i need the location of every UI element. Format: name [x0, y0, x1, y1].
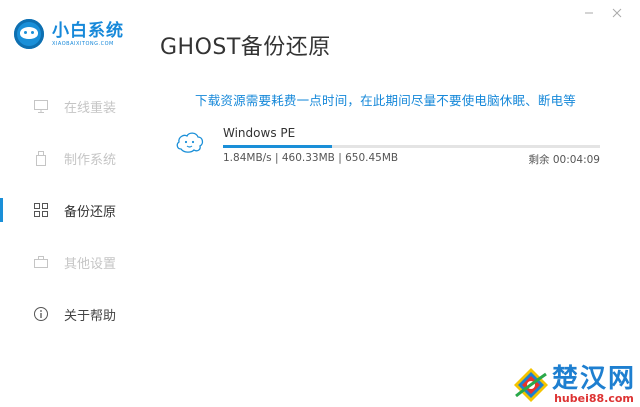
download-speed: 1.84MB/s: [223, 152, 272, 164]
watermark-logo-icon: [513, 368, 548, 402]
download-stats: 1.84MB/s | 460.33MB | 650.45MB: [223, 152, 399, 164]
sidebar-item-about-help[interactable]: 关于帮助: [0, 288, 145, 340]
app-window: 小白系统 XIAOBAIXITONG.COM GHOST备份还原 在线重装 制作…: [0, 0, 640, 407]
window-controls: [582, 6, 624, 20]
sidebar-item-make-system[interactable]: 制作系统: [0, 132, 145, 184]
remaining-time: 剩余 00:04:09: [528, 152, 600, 167]
sidebar-item-label: 其他设置: [64, 256, 117, 272]
minimize-icon: [585, 12, 593, 14]
close-icon: [612, 8, 622, 18]
remaining-value: 00:04:09: [552, 154, 600, 166]
watermark-url: hubei88.com: [554, 392, 634, 405]
remaining-label: 剩余: [528, 154, 550, 166]
download-notice: 下载资源需要耗费一点时间，在此期间尽量不要使电脑休眠、断电等: [195, 93, 577, 108]
usb-icon: [33, 150, 49, 166]
sidebar-item-label: 关于帮助: [64, 308, 117, 324]
watermark: 楚汉网 hubei88.com: [512, 365, 636, 405]
total-size: 650.45MB: [345, 152, 399, 164]
sidebar-item-online-reinstall[interactable]: 在线重装: [0, 80, 145, 132]
sidebar-item-label: 备份还原: [64, 204, 117, 220]
info-icon: [33, 306, 49, 322]
logo-title: 小白系统: [52, 20, 124, 41]
sidebar-item-label: 在线重装: [64, 100, 117, 116]
logo-subtitle: XIAOBAIXITONG.COM: [52, 40, 114, 47]
downloaded-size: 460.33MB: [281, 152, 335, 164]
page-title: GHOST备份还原: [160, 35, 331, 60]
briefcase-icon: [33, 254, 49, 270]
sidebar-item-backup-restore[interactable]: 备份还原: [0, 184, 145, 236]
progress-bar: [223, 145, 600, 148]
task-name: Windows PE: [223, 126, 296, 140]
close-button[interactable]: [610, 6, 624, 20]
sidebar-item-other-settings[interactable]: 其他设置: [0, 236, 145, 288]
app-logo: 小白系统 XIAOBAIXITONG.COM: [14, 19, 124, 49]
minimize-button[interactable]: [582, 6, 596, 20]
sidebar: 在线重装 制作系统 备份还原 其他设置 关于帮助: [0, 80, 145, 340]
logo-mark-icon: [14, 19, 44, 49]
watermark-title: 楚汉网: [551, 364, 636, 394]
monitor-icon: [33, 98, 49, 114]
cloud-face-icon: [176, 132, 204, 153]
sidebar-item-label: 制作系统: [64, 152, 117, 168]
grid-icon: [33, 202, 49, 218]
progress-bar-fill: [223, 145, 333, 148]
